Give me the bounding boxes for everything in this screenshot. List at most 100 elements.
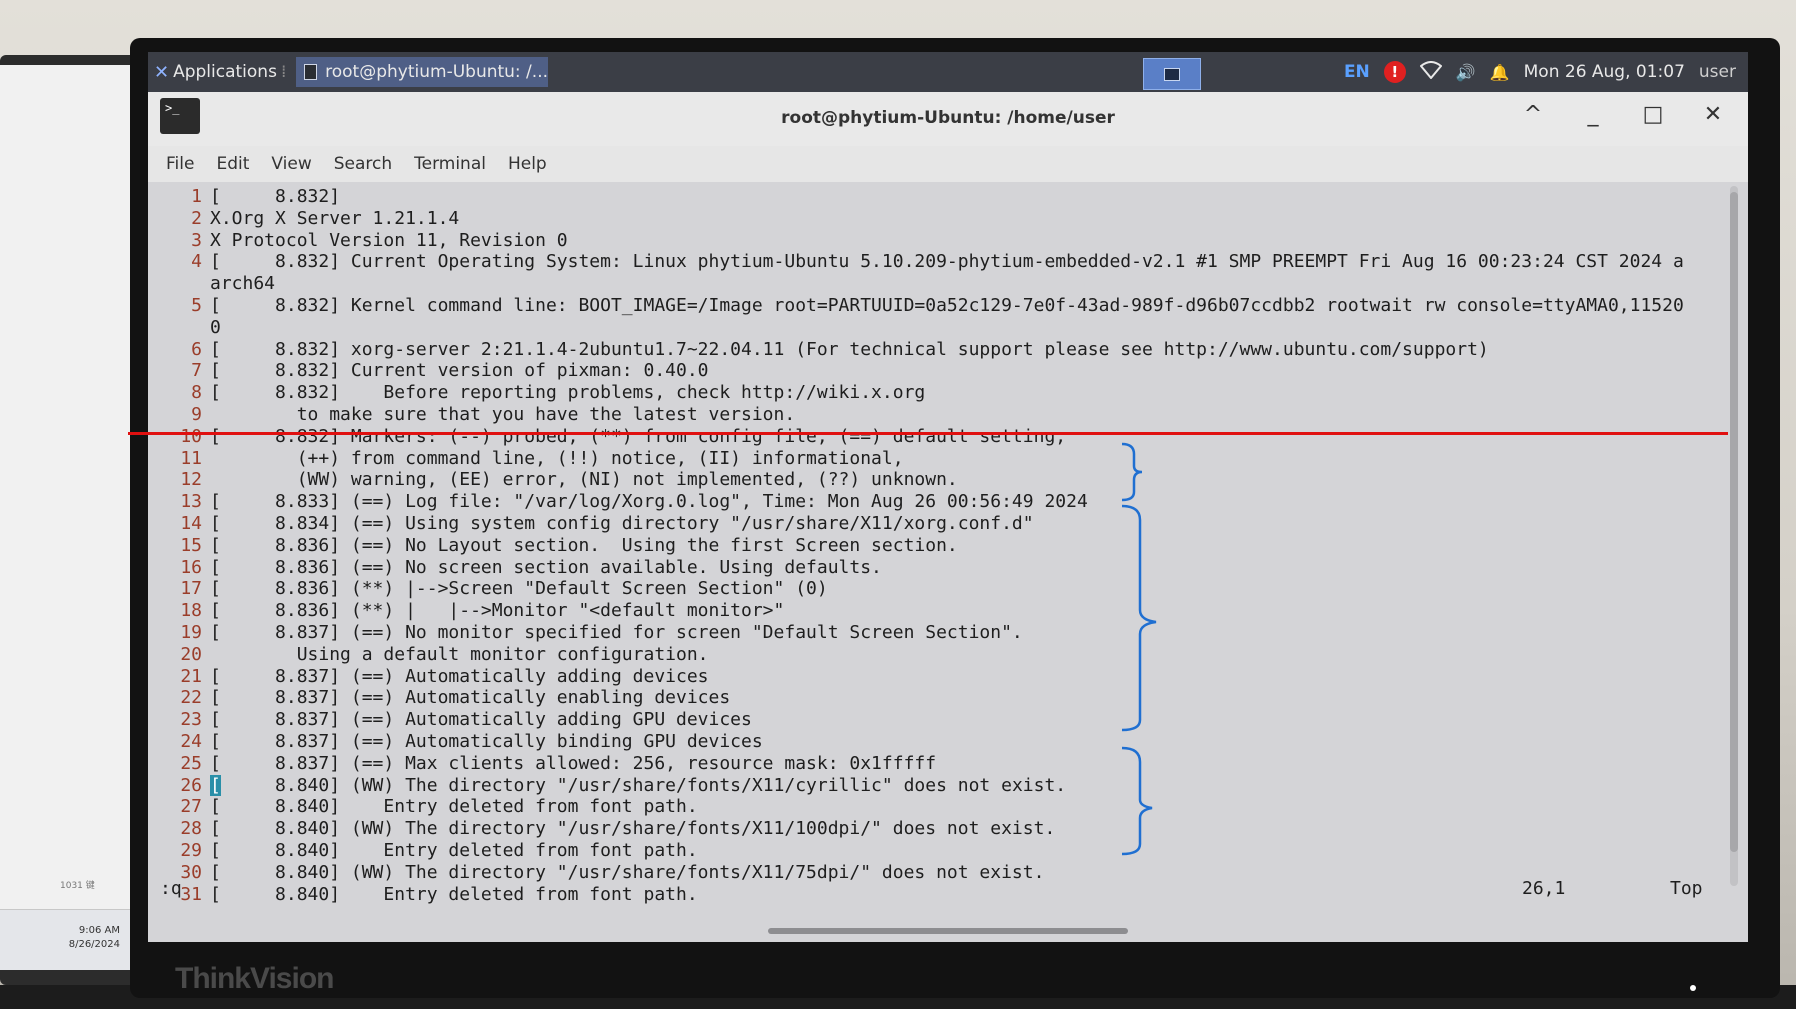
- line-number: 23: [180, 709, 202, 731]
- applications-menu-button[interactable]: ✕ Applications ⁞: [154, 60, 286, 84]
- line-text: [ 8.840] (WW) The directory "/usr/share/…: [210, 818, 1056, 840]
- terminal-line: 11 (++) from command line, (!!) notice, …: [148, 448, 1723, 470]
- line-number: 10: [180, 425, 202, 447]
- line-text: [ 8.832] Current version of pixman: 0.40…: [210, 360, 709, 382]
- alert-icon[interactable]: !: [1383, 61, 1406, 83]
- line-text: [ 8.837] (==) Automatically enabling dev…: [210, 687, 731, 709]
- terminal-area[interactable]: 1 [ 8.832] 2 X.Org X Server 1.21.1.4 3 X Prot…: [148, 182, 1748, 942]
- line-text: [ 8.837] (==) Automatically adding GPU d…: [210, 709, 752, 731]
- menu-view[interactable]: View: [271, 154, 311, 174]
- line-number: 3: [191, 229, 202, 251]
- window-title: root@phytium-Ubuntu: /home/user: [781, 108, 1115, 128]
- line-text: (++) from command line, (!!) notice, (II…: [210, 447, 904, 469]
- minimize-button[interactable]: _: [1578, 102, 1608, 127]
- terminal-line: 23 [ 8.837] (==) Automatically adding GPU…: [148, 709, 1723, 731]
- vim-cursor: [: [210, 774, 221, 796]
- keyboard-layout-indicator[interactable]: EN: [1344, 62, 1370, 82]
- line-number: 20: [180, 643, 202, 665]
- user-menu[interactable]: user: [1699, 62, 1736, 82]
- line-number: 16: [180, 556, 202, 578]
- terminal-line: 10 [ 8.832] Markers: (--) probed, (**) fr…: [148, 426, 1723, 448]
- close-button[interactable]: ✕: [1698, 102, 1728, 127]
- terminal-line: 18 [ 8.836] (**) | |-->Monitor "<default …: [148, 600, 1723, 622]
- terminal-line: 3 X Protocol Version 11, Revision 0: [148, 230, 1723, 252]
- line-number: 8: [191, 382, 202, 404]
- terminal-line: 21 [ 8.837] (==) Automatically adding dev…: [148, 666, 1723, 688]
- line-number: [148, 273, 210, 295]
- line-text: [ 8.837] (==) Max clients allowed: 256, …: [210, 752, 937, 774]
- line-text: [ 8.836] (==) No Layout section. Using t…: [210, 534, 958, 556]
- line-number: 11: [180, 447, 202, 469]
- line-number: 13: [180, 491, 202, 513]
- line-text: [ 8.832] Markers: (--) probed, (**) from…: [210, 425, 1067, 447]
- line-text: X.Org X Server 1.21.1.4: [210, 207, 460, 229]
- scroll-position: Top: [1670, 878, 1703, 899]
- line-number: 15: [180, 534, 202, 556]
- left-clock-time: 9:06 AM: [78, 925, 120, 936]
- line-text: [ 8.832]: [210, 186, 341, 207]
- line-text: [ 8.836] (==) No screen section availabl…: [210, 556, 882, 578]
- line-text: [ 8.832] xorg-server 2:21.1.4-2ubuntu1.7…: [210, 338, 1489, 360]
- terminal-line: 20 Using a default monitor configuration…: [148, 644, 1723, 666]
- line-number: 27: [180, 796, 202, 818]
- brace-fonts: [1121, 746, 1153, 856]
- notification-bell-icon[interactable]: 🔔: [1490, 63, 1510, 82]
- menu-edit[interactable]: Edit: [216, 154, 249, 174]
- line-text: [ 8.837] (==) No monitor specified for s…: [210, 621, 1023, 643]
- terminal-line: 14 [ 8.834] (==) Using system config dire…: [148, 513, 1723, 535]
- menu-terminal[interactable]: Terminal: [414, 154, 486, 174]
- terminal-line: 22 [ 8.837] (==) Automatically enabling d…: [148, 687, 1723, 709]
- terminal-line: 0: [148, 317, 1723, 339]
- volume-icon[interactable]: 🔊: [1456, 63, 1476, 82]
- terminal-line: 26 [ 8.840] (WW) The directory "/usr/shar…: [148, 774, 1723, 797]
- maximize-button[interactable]: □: [1638, 102, 1668, 127]
- cursor-position: 26,1: [1522, 878, 1566, 899]
- line-text: [ 8.834] (==) Using system config direct…: [210, 512, 1034, 534]
- terminal-line: 17 [ 8.836] (**) |-->Screen "Default Scre…: [148, 578, 1723, 600]
- line-text: (WW) warning, (EE) error, (NI) not imple…: [210, 469, 958, 491]
- line-text: [ 8.832] Before reporting problems, chec…: [210, 382, 926, 404]
- workspace-window-icon: [1164, 67, 1180, 81]
- terminal-line: 15 [ 8.836] (==) No Layout section. Using…: [148, 535, 1723, 557]
- bezel-brand-logo: ThinkVision: [175, 962, 334, 995]
- line-text: [ 8.840] Entry deleted from font path.: [210, 839, 698, 861]
- terminal-line: 28 [ 8.840] (WW) The directory "/usr/shar…: [148, 818, 1723, 840]
- line-number: 7: [191, 360, 202, 382]
- line-number: 9: [191, 403, 202, 425]
- power-led: [1690, 985, 1696, 991]
- terminal-line: 16 [ 8.836] (==) No screen section availa…: [148, 557, 1723, 579]
- line-text: [ 8.836] (**) | |-->Monitor "<default mo…: [210, 600, 785, 622]
- horizontal-scroll-indicator[interactable]: [768, 928, 1128, 934]
- terminal-line: 4 [ 8.832] Current Operating System: Linu…: [148, 251, 1723, 273]
- workspace-switcher[interactable]: [1143, 58, 1201, 90]
- terminal-line: 8 [ 8.832] Before reporting problems, che…: [148, 382, 1723, 404]
- window-titlebar[interactable]: >_ root@phytium-Ubuntu: /home/user ^ _ □…: [148, 92, 1748, 146]
- line-text: to make sure that you have the latest ve…: [210, 403, 796, 425]
- line-text: [ 8.833] (==) Log file: "/var/log/Xorg.0…: [210, 491, 1088, 513]
- line-number: 12: [180, 469, 202, 491]
- line-text: [ 8.832] Current Operating System: Linux…: [210, 251, 1684, 273]
- taskbar-terminal-button[interactable]: root@phytium-Ubuntu: /...: [296, 57, 548, 87]
- wifi-icon[interactable]: [1419, 61, 1443, 83]
- top-panel: ✕ Applications ⁞ root@phytium-Ubuntu: /.…: [148, 52, 1748, 92]
- terminal-line: 7 [ 8.832] Current version of pixman: 0.4…: [148, 360, 1723, 382]
- scrollbar-thumb[interactable]: [1730, 192, 1738, 852]
- shade-button[interactable]: ^: [1518, 102, 1548, 127]
- line-number: 28: [180, 818, 202, 840]
- menu-help[interactable]: Help: [508, 154, 547, 174]
- line-number: 1: [191, 186, 202, 207]
- left-taskbar: 1031 键 9:06 AM 8/26/2024: [0, 881, 142, 970]
- left-monitor-screen: 1031 键 9:06 AM 8/26/2024: [0, 65, 142, 970]
- line-text: [ 8.837] (==) Automatically adding devic…: [210, 665, 709, 687]
- line-number: 4: [191, 251, 202, 273]
- line-number: 6: [191, 338, 202, 360]
- brace-markers: [1121, 442, 1143, 502]
- clock-datetime[interactable]: Mon 26 Aug, 01:07: [1524, 62, 1685, 82]
- command-line: :q: [160, 878, 182, 899]
- menu-file[interactable]: File: [166, 154, 194, 174]
- menu-search[interactable]: Search: [334, 154, 392, 174]
- line-text: [ 8.840] (WW) The directory "/usr/share/…: [210, 774, 1067, 796]
- terminal-line: arch64: [148, 273, 1723, 295]
- line-number: 25: [180, 752, 202, 774]
- xfce-logo-icon: ✕: [154, 61, 170, 83]
